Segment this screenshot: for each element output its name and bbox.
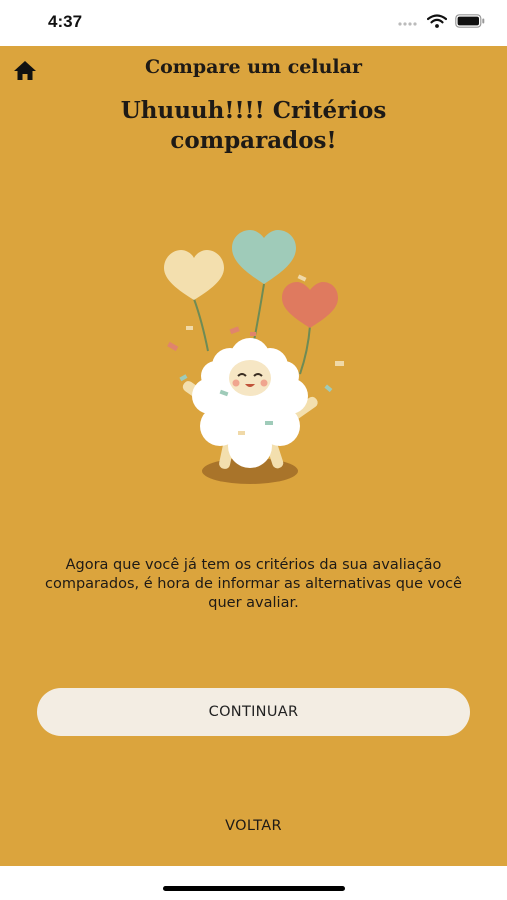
continue-button[interactable]: CONTINUAR (37, 688, 470, 736)
status-icons (397, 14, 485, 28)
battery-icon (455, 14, 485, 28)
cellular-signal-icon (398, 22, 417, 26)
instruction-text: Agora que você já tem os critérios da su… (45, 557, 462, 611)
home-indicator (163, 886, 345, 891)
page-title: Compare um celular (145, 56, 362, 78)
celebrating-sheep-illustration (164, 230, 344, 484)
status-bar: 4:37 (0, 0, 507, 46)
status-time: 4:37 (48, 12, 83, 31)
back-button[interactable]: VOLTAR (0, 818, 507, 834)
app-screen: Compare um celular Uhuuuh!!!! Critérios … (0, 46, 507, 866)
success-headline: Uhuuuh!!!! Critérios comparados! (120, 97, 387, 154)
wifi-icon (427, 14, 447, 28)
